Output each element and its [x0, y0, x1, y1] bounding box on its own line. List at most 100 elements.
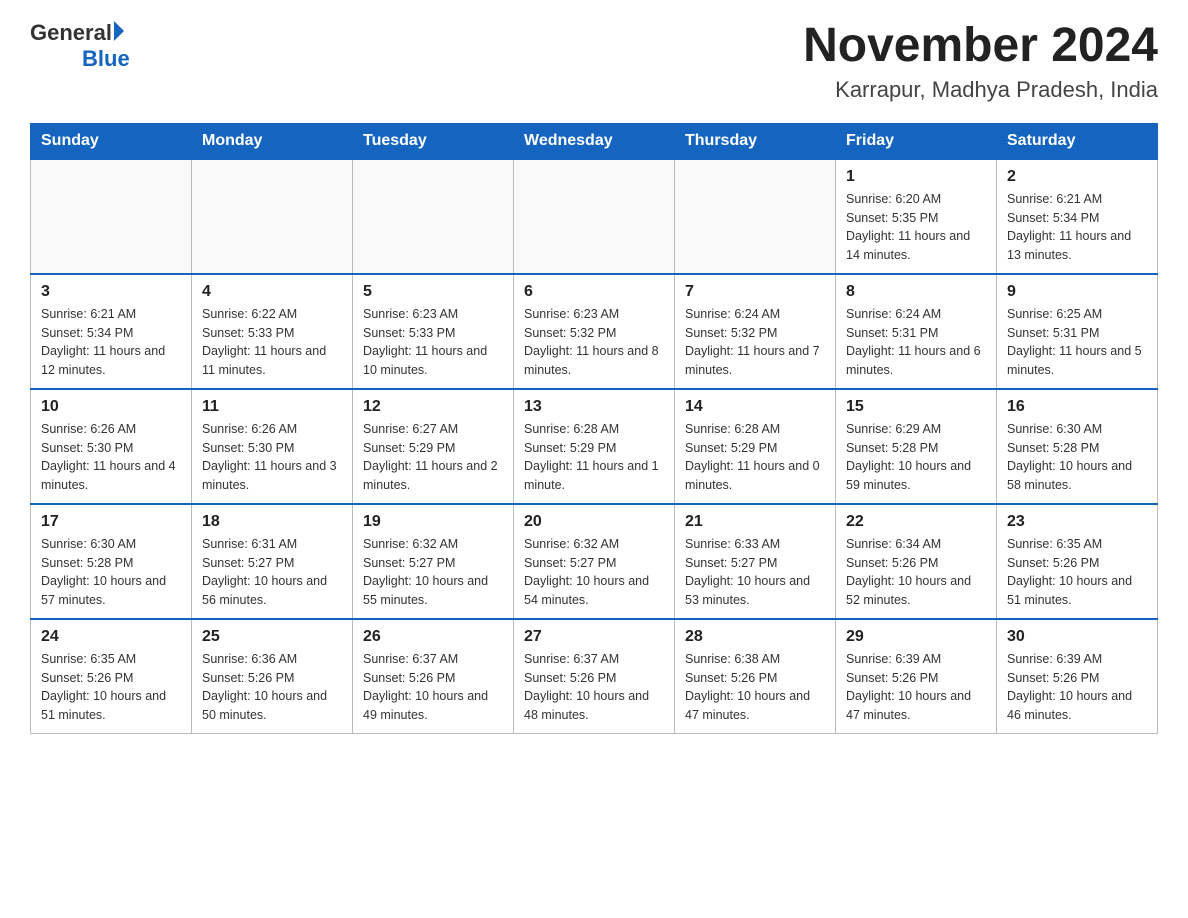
logo: General Blue	[30, 20, 130, 72]
day-number: 24	[41, 628, 181, 646]
calendar-header-saturday: Saturday	[997, 123, 1158, 159]
day-info: Sunrise: 6:31 AMSunset: 5:27 PMDaylight:…	[202, 535, 342, 610]
calendar-cell: 11Sunrise: 6:26 AMSunset: 5:30 PMDayligh…	[192, 389, 353, 504]
day-number: 28	[685, 628, 825, 646]
calendar-cell: 12 Sunrise: 6:27 AMSunset: 5:29 PMDayligh…	[353, 389, 514, 504]
day-number: 12	[363, 398, 503, 416]
calendar-cell: 23 Sunrise: 6:35 AMSunset: 5:26 PMDayligh…	[997, 504, 1158, 619]
calendar-cell: 26 Sunrise: 6:37 AMSunset: 5:26 PMDayligh…	[353, 619, 514, 734]
day-number: 4	[202, 283, 342, 301]
calendar-cell: 21 Sunrise: 6:33 AMSunset: 5:27 PMDayligh…	[675, 504, 836, 619]
day-number: 29	[846, 628, 986, 646]
day-info: Sunrise: 6:37 AMSunset: 5:26 PMDaylight:…	[524, 650, 664, 725]
day-info: Sunrise: 6:23 AMSunset: 5:32 PMDaylight:…	[524, 305, 664, 380]
calendar-week-row: 24 Sunrise: 6:35 AMSunset: 5:26 PMDayligh…	[31, 619, 1158, 734]
calendar-cell: 15 Sunrise: 6:29 AMSunset: 5:28 PMDayligh…	[836, 389, 997, 504]
day-info: Sunrise: 6:35 AMSunset: 5:26 PMDaylight:…	[41, 650, 181, 725]
calendar: SundayMondayTuesdayWednesdayThursdayFrid…	[30, 123, 1158, 734]
calendar-cell: 20Sunrise: 6:32 AMSunset: 5:27 PMDayligh…	[514, 504, 675, 619]
calendar-cell: 9 Sunrise: 6:25 AMSunset: 5:31 PMDaylight…	[997, 274, 1158, 389]
day-number: 23	[1007, 513, 1147, 531]
calendar-cell: 4 Sunrise: 6:22 AMSunset: 5:33 PMDaylight…	[192, 274, 353, 389]
calendar-cell: 30 Sunrise: 6:39 AMSunset: 5:26 PMDayligh…	[997, 619, 1158, 734]
calendar-week-row: 3Sunrise: 6:21 AMSunset: 5:34 PMDaylight…	[31, 274, 1158, 389]
location-title: Karrapur, Madhya Pradesh, India	[803, 77, 1158, 103]
day-number: 22	[846, 513, 986, 531]
header: General Blue November 2024 Karrapur, Mad…	[30, 20, 1158, 103]
day-info: Sunrise: 6:22 AMSunset: 5:33 PMDaylight:…	[202, 305, 342, 380]
calendar-cell: 27Sunrise: 6:37 AMSunset: 5:26 PMDayligh…	[514, 619, 675, 734]
day-number: 30	[1007, 628, 1147, 646]
day-number: 16	[1007, 398, 1147, 416]
day-number: 9	[1007, 283, 1147, 301]
day-info: Sunrise: 6:32 AMSunset: 5:27 PMDaylight:…	[363, 535, 503, 610]
calendar-cell: 7Sunrise: 6:24 AMSunset: 5:32 PMDaylight…	[675, 274, 836, 389]
calendar-cell: 24 Sunrise: 6:35 AMSunset: 5:26 PMDayligh…	[31, 619, 192, 734]
day-number: 21	[685, 513, 825, 531]
calendar-cell	[675, 159, 836, 274]
day-info: Sunrise: 6:36 AMSunset: 5:26 PMDaylight:…	[202, 650, 342, 725]
calendar-cell: 1 Sunrise: 6:20 AMSunset: 5:35 PMDaylight…	[836, 159, 997, 274]
calendar-cell: 3Sunrise: 6:21 AMSunset: 5:34 PMDaylight…	[31, 274, 192, 389]
day-info: Sunrise: 6:27 AMSunset: 5:29 PMDaylight:…	[363, 420, 503, 495]
day-info: Sunrise: 6:32 AMSunset: 5:27 PMDaylight:…	[524, 535, 664, 610]
day-info: Sunrise: 6:33 AMSunset: 5:27 PMDaylight:…	[685, 535, 825, 610]
day-number: 14	[685, 398, 825, 416]
calendar-cell: 10 Sunrise: 6:26 AMSunset: 5:30 PMDayligh…	[31, 389, 192, 504]
calendar-header-monday: Monday	[192, 123, 353, 159]
calendar-cell	[353, 159, 514, 274]
calendar-cell: 8 Sunrise: 6:24 AMSunset: 5:31 PMDaylight…	[836, 274, 997, 389]
day-info: Sunrise: 6:37 AMSunset: 5:26 PMDaylight:…	[363, 650, 503, 725]
calendar-cell: 19 Sunrise: 6:32 AMSunset: 5:27 PMDayligh…	[353, 504, 514, 619]
day-info: Sunrise: 6:20 AMSunset: 5:35 PMDaylight:…	[846, 190, 986, 265]
day-number: 5	[363, 283, 503, 301]
calendar-cell	[514, 159, 675, 274]
day-number: 3	[41, 283, 181, 301]
calendar-cell: 25Sunrise: 6:36 AMSunset: 5:26 PMDayligh…	[192, 619, 353, 734]
day-info: Sunrise: 6:39 AMSunset: 5:26 PMDaylight:…	[1007, 650, 1147, 725]
calendar-week-row: 10 Sunrise: 6:26 AMSunset: 5:30 PMDayligh…	[31, 389, 1158, 504]
day-info: Sunrise: 6:24 AMSunset: 5:31 PMDaylight:…	[846, 305, 986, 380]
calendar-header-sunday: Sunday	[31, 123, 192, 159]
day-info: Sunrise: 6:35 AMSunset: 5:26 PMDaylight:…	[1007, 535, 1147, 610]
calendar-week-row: 17 Sunrise: 6:30 AMSunset: 5:28 PMDayligh…	[31, 504, 1158, 619]
calendar-cell: 29Sunrise: 6:39 AMSunset: 5:26 PMDayligh…	[836, 619, 997, 734]
day-number: 1	[846, 168, 986, 186]
calendar-cell: 2Sunrise: 6:21 AMSunset: 5:34 PMDaylight…	[997, 159, 1158, 274]
calendar-cell: 28 Sunrise: 6:38 AMSunset: 5:26 PMDayligh…	[675, 619, 836, 734]
day-number: 26	[363, 628, 503, 646]
day-info: Sunrise: 6:29 AMSunset: 5:28 PMDaylight:…	[846, 420, 986, 495]
calendar-week-row: 1 Sunrise: 6:20 AMSunset: 5:35 PMDaylight…	[31, 159, 1158, 274]
logo-blue-text: Blue	[82, 46, 130, 72]
day-info: Sunrise: 6:25 AMSunset: 5:31 PMDaylight:…	[1007, 305, 1147, 380]
title-area: November 2024 Karrapur, Madhya Pradesh, …	[803, 20, 1158, 103]
logo-general-text: General	[30, 20, 112, 46]
day-number: 10	[41, 398, 181, 416]
day-info: Sunrise: 6:28 AMSunset: 5:29 PMDaylight:…	[685, 420, 825, 495]
day-info: Sunrise: 6:38 AMSunset: 5:26 PMDaylight:…	[685, 650, 825, 725]
day-number: 6	[524, 283, 664, 301]
day-info: Sunrise: 6:26 AMSunset: 5:30 PMDaylight:…	[41, 420, 181, 495]
day-number: 13	[524, 398, 664, 416]
day-info: Sunrise: 6:34 AMSunset: 5:26 PMDaylight:…	[846, 535, 986, 610]
day-info: Sunrise: 6:24 AMSunset: 5:32 PMDaylight:…	[685, 305, 825, 380]
day-number: 19	[363, 513, 503, 531]
calendar-header-wednesday: Wednesday	[514, 123, 675, 159]
month-title: November 2024	[803, 20, 1158, 73]
day-number: 2	[1007, 168, 1147, 186]
day-info: Sunrise: 6:23 AMSunset: 5:33 PMDaylight:…	[363, 305, 503, 380]
day-number: 17	[41, 513, 181, 531]
calendar-header-friday: Friday	[836, 123, 997, 159]
calendar-cell: 5 Sunrise: 6:23 AMSunset: 5:33 PMDaylight…	[353, 274, 514, 389]
day-info: Sunrise: 6:30 AMSunset: 5:28 PMDaylight:…	[41, 535, 181, 610]
calendar-header-thursday: Thursday	[675, 123, 836, 159]
day-number: 8	[846, 283, 986, 301]
calendar-cell: 13Sunrise: 6:28 AMSunset: 5:29 PMDayligh…	[514, 389, 675, 504]
calendar-cell	[31, 159, 192, 274]
logo-arrow-icon	[114, 21, 124, 41]
day-number: 15	[846, 398, 986, 416]
calendar-cell: 16Sunrise: 6:30 AMSunset: 5:28 PMDayligh…	[997, 389, 1158, 504]
calendar-cell: 22 Sunrise: 6:34 AMSunset: 5:26 PMDayligh…	[836, 504, 997, 619]
calendar-cell: 6 Sunrise: 6:23 AMSunset: 5:32 PMDaylight…	[514, 274, 675, 389]
day-info: Sunrise: 6:26 AMSunset: 5:30 PMDaylight:…	[202, 420, 342, 495]
